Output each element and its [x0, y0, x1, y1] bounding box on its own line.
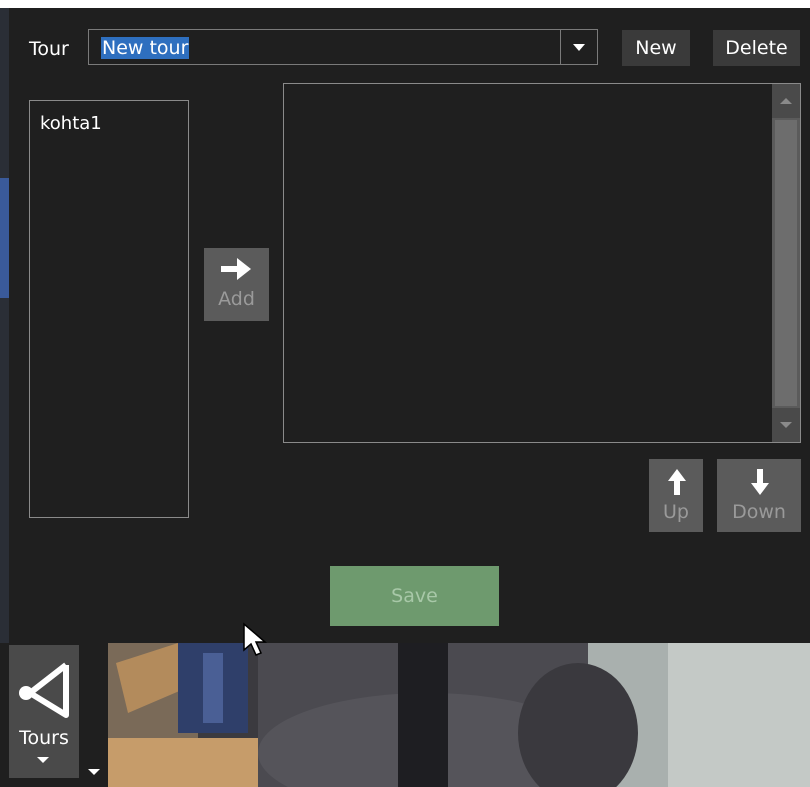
move-up-button[interactable]: Up	[649, 459, 703, 532]
arrow-down-icon	[751, 469, 769, 495]
arrow-up-icon	[668, 469, 686, 495]
window-left-edge	[0, 8, 9, 648]
add-button-label: Add	[218, 288, 255, 310]
toolbar-menu-caret-icon[interactable]	[88, 769, 100, 775]
caret-up-icon	[780, 98, 792, 104]
mouse-cursor-icon	[243, 622, 268, 656]
bottom-toolbar: Tours	[0, 643, 108, 787]
move-down-button[interactable]: Down	[717, 459, 801, 532]
scroll-up-button[interactable]	[772, 84, 800, 118]
list-item[interactable]: kohta1	[40, 113, 102, 134]
scroll-thumb[interactable]	[775, 120, 797, 406]
tour-select[interactable]: New tour	[88, 29, 598, 65]
tour-label: Tour	[29, 38, 69, 60]
tour-editor-dialog: Tour New tour New Delete kohta1 Add Up D…	[9, 8, 810, 643]
tour-positions-list[interactable]	[283, 83, 801, 443]
window-top-edge	[0, 0, 810, 8]
tour-select-separator	[560, 30, 561, 64]
caret-down-icon	[780, 422, 792, 428]
scroll-down-button[interactable]	[772, 408, 800, 442]
save-button[interactable]: Save	[330, 566, 499, 626]
move-up-button-label: Up	[663, 501, 689, 523]
tour-list-scrollbar[interactable]	[772, 84, 800, 442]
add-button[interactable]: Add	[204, 248, 269, 321]
move-down-button-label: Down	[732, 501, 786, 523]
new-button[interactable]: New	[622, 30, 690, 66]
camera-feed	[108, 643, 810, 787]
available-positions-list[interactable]: kohta1	[29, 100, 189, 518]
tour-select-value[interactable]: New tour	[101, 37, 190, 59]
arrow-right-icon	[221, 258, 251, 280]
caret-down-icon	[37, 757, 49, 763]
tours-button-label: Tours	[19, 727, 69, 749]
tour-path-icon	[19, 662, 69, 718]
delete-button[interactable]: Delete	[713, 30, 800, 66]
caret-down-icon[interactable]	[573, 44, 585, 51]
tours-button[interactable]: Tours	[9, 645, 79, 778]
